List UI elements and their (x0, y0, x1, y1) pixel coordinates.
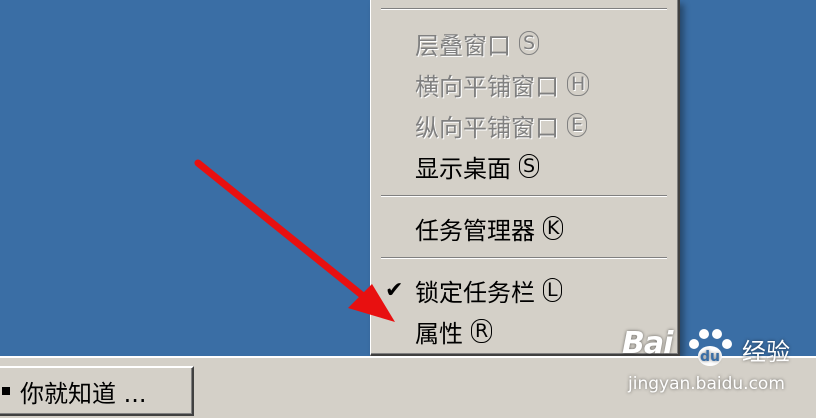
baidu-watermark: Bai du 经验 jingyan.baidu.com (622, 326, 812, 406)
menu-item-accel: S (519, 154, 540, 178)
taskbar-window-button[interactable]: 你就知道 ... (0, 366, 194, 416)
menu-item-label: 横向平铺窗口 (415, 72, 559, 101)
menu-item-accel: E (567, 113, 588, 137)
baidu-paw-icon: du (689, 329, 732, 366)
menu-item-label: 任务管理器 (415, 216, 535, 245)
menu-item-label: 锁定任务栏 (415, 278, 535, 307)
menu-item-lock-taskbar[interactable]: ✔ 锁定任务栏 L (375, 270, 675, 310)
menu-separator (381, 195, 667, 197)
menu-item-accel: L (543, 278, 562, 302)
menu-separator-top (381, 8, 667, 10)
menu-item-label: 层叠窗口 (415, 31, 511, 60)
window-icon (2, 387, 10, 395)
watermark-cn: 经验 (742, 338, 790, 366)
menu-item-cascade-windows[interactable]: 层叠窗口 S (375, 23, 675, 63)
watermark-logo-tail: du (700, 349, 720, 365)
watermark-url: jingyan.baidu.com (628, 374, 785, 394)
menu-item-label: 属性 (415, 319, 463, 348)
menu-item-tile-horizontal[interactable]: 横向平铺窗口 H (375, 64, 675, 104)
menu-item-accel: R (471, 319, 493, 343)
watermark-logo: Bai (622, 326, 673, 361)
menu-item-label: 显示桌面 (415, 154, 511, 183)
taskbar-button-label: 你就知道 ... (20, 379, 147, 408)
checkmark-icon: ✔ (385, 278, 404, 303)
menu-item-accel: K (543, 216, 564, 240)
menu-item-show-desktop[interactable]: 显示桌面 S (375, 146, 675, 186)
menu-item-label: 纵向平铺窗口 (415, 113, 559, 142)
taskbar-context-menu: 层叠窗口 S 横向平铺窗口 H 纵向平铺窗口 E 显示桌面 S 任务管理器 K ✔ 锁定任… (370, 0, 680, 356)
menu-item-accel: H (567, 72, 590, 96)
menu-item-accel: S (519, 31, 540, 55)
menu-item-task-manager[interactable]: 任务管理器 K (375, 208, 675, 248)
menu-separator (381, 257, 667, 259)
menu-item-tile-vertical[interactable]: 纵向平铺窗口 E (375, 105, 675, 145)
